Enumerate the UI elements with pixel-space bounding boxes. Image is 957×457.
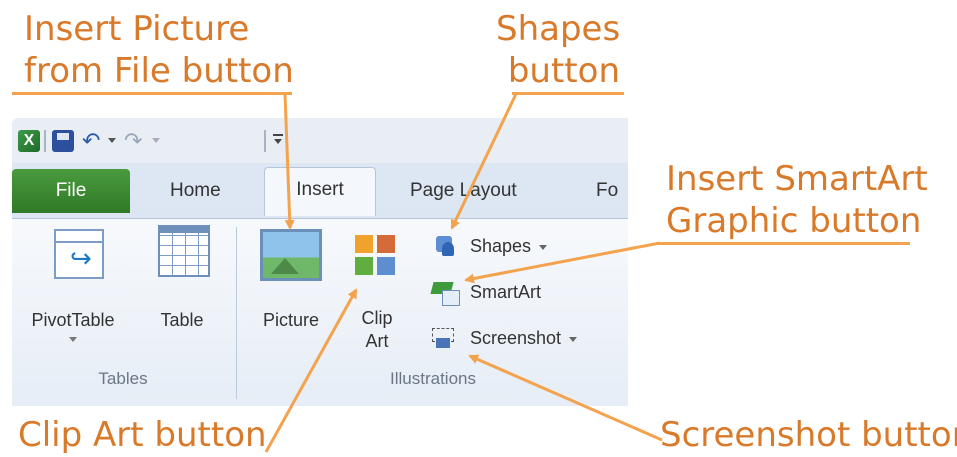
shapes-dropdown-icon [539, 244, 548, 250]
smartart-icon [432, 280, 460, 306]
save-icon[interactable] [52, 130, 74, 152]
undo-icon[interactable]: ↶ [82, 130, 104, 152]
group-label-tables: Tables [98, 369, 148, 388]
clip-art-label-line2: Art [365, 331, 389, 351]
pivottable-dropdown-icon [69, 337, 77, 342]
table-button[interactable]: Table [142, 219, 222, 359]
pivottable-label: PivotTable [31, 310, 115, 330]
tab-home[interactable]: Home [170, 171, 221, 211]
shapes-icon [432, 234, 458, 258]
group-label-illustrations: Illustrations [390, 369, 476, 388]
tab-insert[interactable]: Insert [264, 167, 376, 216]
callout-smartart-line2: Graphic button [666, 201, 922, 241]
screenshot-icon [432, 326, 458, 350]
callout-insert-picture: Insert Picture from File button [24, 8, 294, 92]
screenshot-button[interactable]: Screenshot [432, 325, 622, 351]
pivottable-button[interactable]: PivotTable [18, 219, 128, 359]
callout-screenshot-text: Screenshot button [660, 415, 957, 455]
group-separator [236, 227, 237, 399]
shapes-label: Shapes [470, 236, 532, 256]
callout-shapes-underline [512, 92, 624, 95]
callout-clip-art: Clip Art button [18, 414, 267, 456]
table-label: Table [160, 310, 204, 330]
callout-shapes: Shapes button [496, 8, 620, 92]
ribbon-tabs: File Home Insert Page Layout Fo [12, 163, 628, 218]
qat-separator [44, 130, 46, 152]
customize-qat-icon[interactable] [272, 132, 284, 146]
screenshot-label: Screenshot [470, 328, 562, 348]
redo-icon[interactable]: ↷ [124, 130, 146, 152]
picture-button[interactable]: Picture [248, 219, 334, 359]
excel-icon[interactable]: X [18, 130, 40, 152]
callout-insert-picture-line1: Insert Picture [24, 9, 250, 49]
clip-art-label-line1: Clip [361, 308, 393, 328]
clip-art-icon [355, 235, 397, 277]
table-icon [158, 225, 210, 277]
shapes-button[interactable]: Shapes [432, 233, 582, 259]
redo-dropdown-icon[interactable] [152, 138, 160, 143]
ribbon-screenshot: X ↶ ↷ File Home Insert Page Layout Fo Pi… [12, 118, 628, 406]
callout-smartart-underline [656, 242, 910, 245]
callout-insert-picture-underline [12, 92, 292, 95]
clip-art-button[interactable]: Clip Art [342, 219, 412, 364]
screenshot-dropdown-icon [569, 336, 578, 342]
ribbon-insert-panel: PivotTable Table Tables Picture Clip Art… [12, 218, 628, 406]
callout-insert-picture-line2: from File button [24, 51, 294, 91]
smartart-label: SmartArt [470, 282, 542, 302]
callout-shapes-line1: Shapes [496, 9, 621, 49]
picture-label: Picture [262, 310, 320, 330]
tab-formulas[interactable]: Fo [596, 171, 618, 211]
callout-clip-art-text: Clip Art button [18, 415, 267, 455]
callout-smartart: Insert SmartArt Graphic button [666, 158, 928, 242]
picture-icon [260, 229, 322, 281]
callout-screenshot: Screenshot button [660, 414, 957, 456]
quick-access-toolbar: X ↶ ↷ [12, 118, 628, 163]
pivottable-icon [54, 229, 104, 279]
tab-file[interactable]: File [12, 169, 130, 213]
tab-page-layout[interactable]: Page Layout [410, 171, 517, 211]
qat-separator [264, 130, 266, 152]
callout-shapes-line2: button [507, 51, 620, 91]
smartart-button[interactable]: SmartArt [432, 279, 582, 306]
callout-smartart-line1: Insert SmartArt [666, 159, 928, 199]
undo-dropdown-icon[interactable] [108, 138, 116, 143]
